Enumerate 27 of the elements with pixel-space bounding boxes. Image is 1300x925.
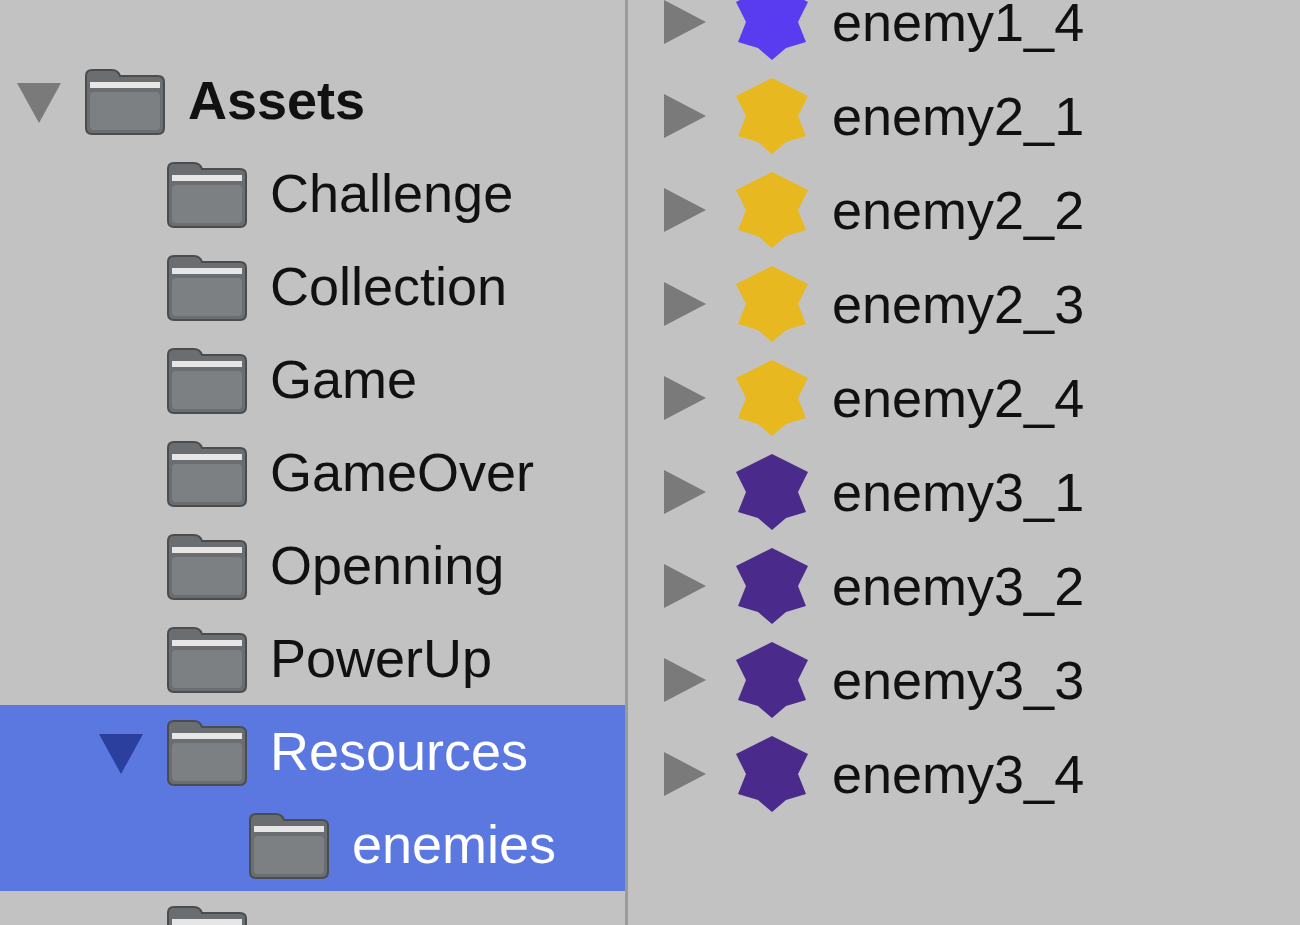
folder-label: PowerUp	[270, 627, 493, 690]
asset-label[interactable]: enemy2_1	[832, 75, 1085, 157]
asset-label[interactable]: enemy2_3	[832, 263, 1085, 345]
folder-label: Challenge	[270, 162, 514, 225]
folder-row[interactable]: Challenge	[0, 147, 625, 240]
folder-row[interactable]: Assets	[0, 54, 625, 147]
asset-label[interactable]: enemy3_2	[832, 545, 1085, 627]
folder-row[interactable]: Game	[0, 333, 625, 426]
folder-label: Openning	[270, 534, 505, 597]
folder-label: Collection	[270, 255, 508, 318]
folder-row[interactable]: Collection	[0, 240, 625, 333]
folder-row[interactable]: PowerUp	[0, 612, 625, 705]
folder-row[interactable]: enemies	[0, 798, 625, 891]
asset-label[interactable]: enemy3_3	[832, 639, 1085, 721]
folder-label: Assets	[188, 69, 366, 132]
folder-label: GameOver	[270, 441, 535, 504]
asset-label[interactable]: enemy1_4	[832, 0, 1085, 63]
asset-label[interactable]: enemy2_2	[832, 169, 1085, 251]
folder-row[interactable]: GameOver	[0, 426, 625, 519]
folder-label: enemies	[352, 813, 557, 876]
asset-label[interactable]: enemy2_4	[832, 357, 1085, 439]
folder-label: Resources	[270, 720, 529, 783]
asset-label[interactable]: enemy3_4	[832, 733, 1085, 815]
folder-label: Game	[270, 348, 418, 411]
folder-row[interactable]: Openning	[0, 519, 625, 612]
folder-row[interactable]: Resources	[0, 705, 625, 798]
asset-label[interactable]: enemy3_1	[832, 451, 1085, 533]
